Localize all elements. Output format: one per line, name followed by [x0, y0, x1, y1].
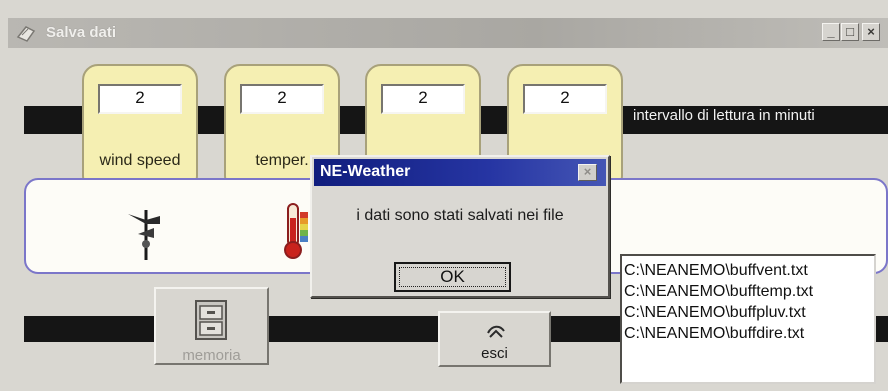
list-item[interactable]: C:\NEANEMO\buffdire.txt	[624, 323, 874, 344]
close-window-button[interactable]: ×	[862, 23, 880, 41]
esci-label: esci	[481, 345, 508, 362]
wind-vane-icon	[128, 210, 160, 260]
wind-speed-label: wind speed	[99, 152, 181, 169]
ok-button[interactable]: OK	[394, 262, 511, 292]
memoria-label: memoria	[182, 347, 241, 364]
file-cabinet-icon	[195, 300, 227, 340]
ne-weather-dialog: NE-Weather × i dati sono stati salvati n…	[310, 155, 610, 298]
exit-icon	[487, 325, 505, 338]
saved-files-list[interactable]: C:\NEANEMO\buffvent.txt C:\NEANEMO\bufft…	[620, 254, 876, 384]
window-titlebar[interactable]: Salva dati _ □ ×	[8, 18, 888, 48]
list-item[interactable]: C:\NEANEMO\bufftemp.txt	[624, 281, 874, 302]
dialog-title: NE-Weather	[320, 163, 411, 180]
save-data-window: Salva dati _ □ × intervallo di lettura i…	[0, 0, 888, 391]
temper-interval-input[interactable]: 2	[240, 84, 324, 114]
interval-caption: intervallo di lettura in minuti	[633, 107, 815, 124]
interval-input-3[interactable]: 2	[381, 84, 465, 114]
list-item[interactable]: C:\NEANEMO\buffpluv.txt	[624, 302, 874, 323]
color-scale-icon	[300, 212, 308, 242]
dialog-titlebar[interactable]: NE-Weather ×	[314, 159, 606, 186]
dialog-message: i dati sono stati salvati nei file	[356, 207, 564, 224]
dialog-close-button[interactable]: ×	[578, 164, 597, 181]
window-title: Salva dati	[46, 24, 117, 41]
ok-label: OK	[399, 267, 506, 287]
minimize-button[interactable]: _	[822, 23, 840, 41]
wind-speed-interval-input[interactable]: 2	[98, 84, 182, 114]
interval-input-4[interactable]: 2	[523, 84, 607, 114]
interval-card-wind-speed: 2 wind speed	[82, 64, 198, 192]
list-item[interactable]: C:\NEANEMO\buffvent.txt	[624, 260, 874, 281]
esci-button[interactable]: esci	[438, 311, 551, 367]
maximize-button[interactable]: □	[841, 23, 859, 41]
memoria-button[interactable]: memoria	[154, 287, 269, 365]
app-icon	[16, 26, 36, 42]
